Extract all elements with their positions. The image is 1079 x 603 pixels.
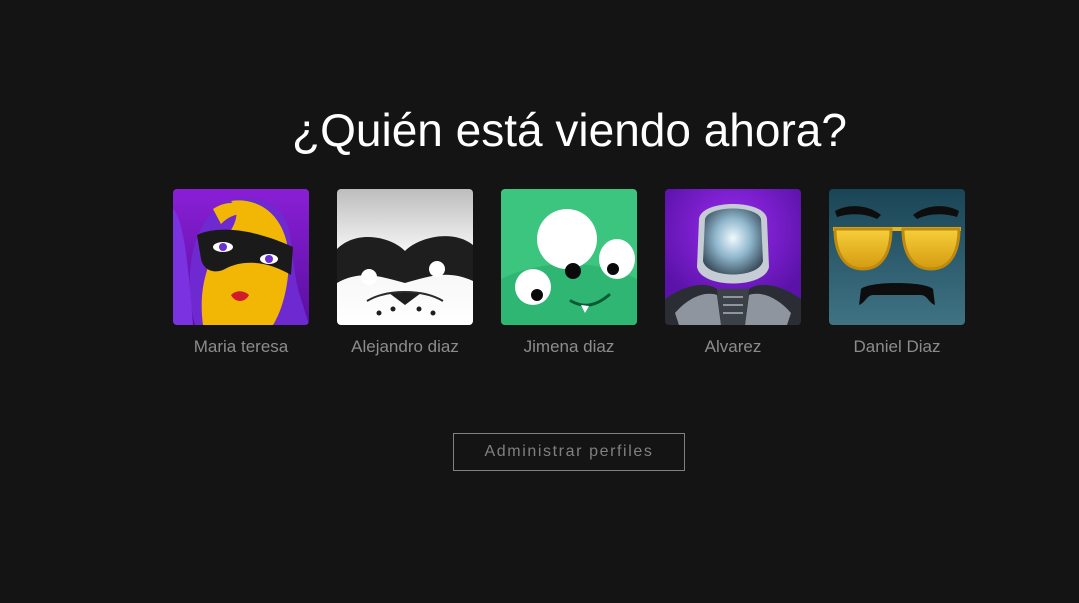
masked-dog-avatar-icon[interactable] [337,189,473,325]
masked-woman-avatar-icon[interactable] [173,189,309,325]
profile-list: Maria teresa Alejandro diaz Jimena diaz … [173,189,965,357]
profile-name: Daniel Diaz [853,337,941,356]
profile-jimena-diaz[interactable]: Jimena diaz [501,189,637,357]
profile-name: Maria teresa [193,337,289,356]
profile-name: Alejandro diaz [351,337,459,356]
profile-name: Jimena diaz [523,337,615,356]
profile-alejandro-diaz[interactable]: Alejandro diaz [337,189,473,357]
manage-profiles-button[interactable]: Administrar perfiles [453,433,685,471]
profile-alvarez[interactable]: Alvarez [665,189,801,357]
robot-avatar-icon[interactable] [665,189,801,325]
profile-daniel-diaz[interactable]: Daniel Diaz [829,189,965,357]
profile-name: Alvarez [704,337,762,356]
green-monster-avatar-icon[interactable] [501,189,637,325]
page-title: ¿Quién está viendo ahora? [292,104,847,156]
sunglasses-face-avatar-icon[interactable] [829,189,965,325]
profile-maria-teresa[interactable]: Maria teresa [173,189,309,357]
